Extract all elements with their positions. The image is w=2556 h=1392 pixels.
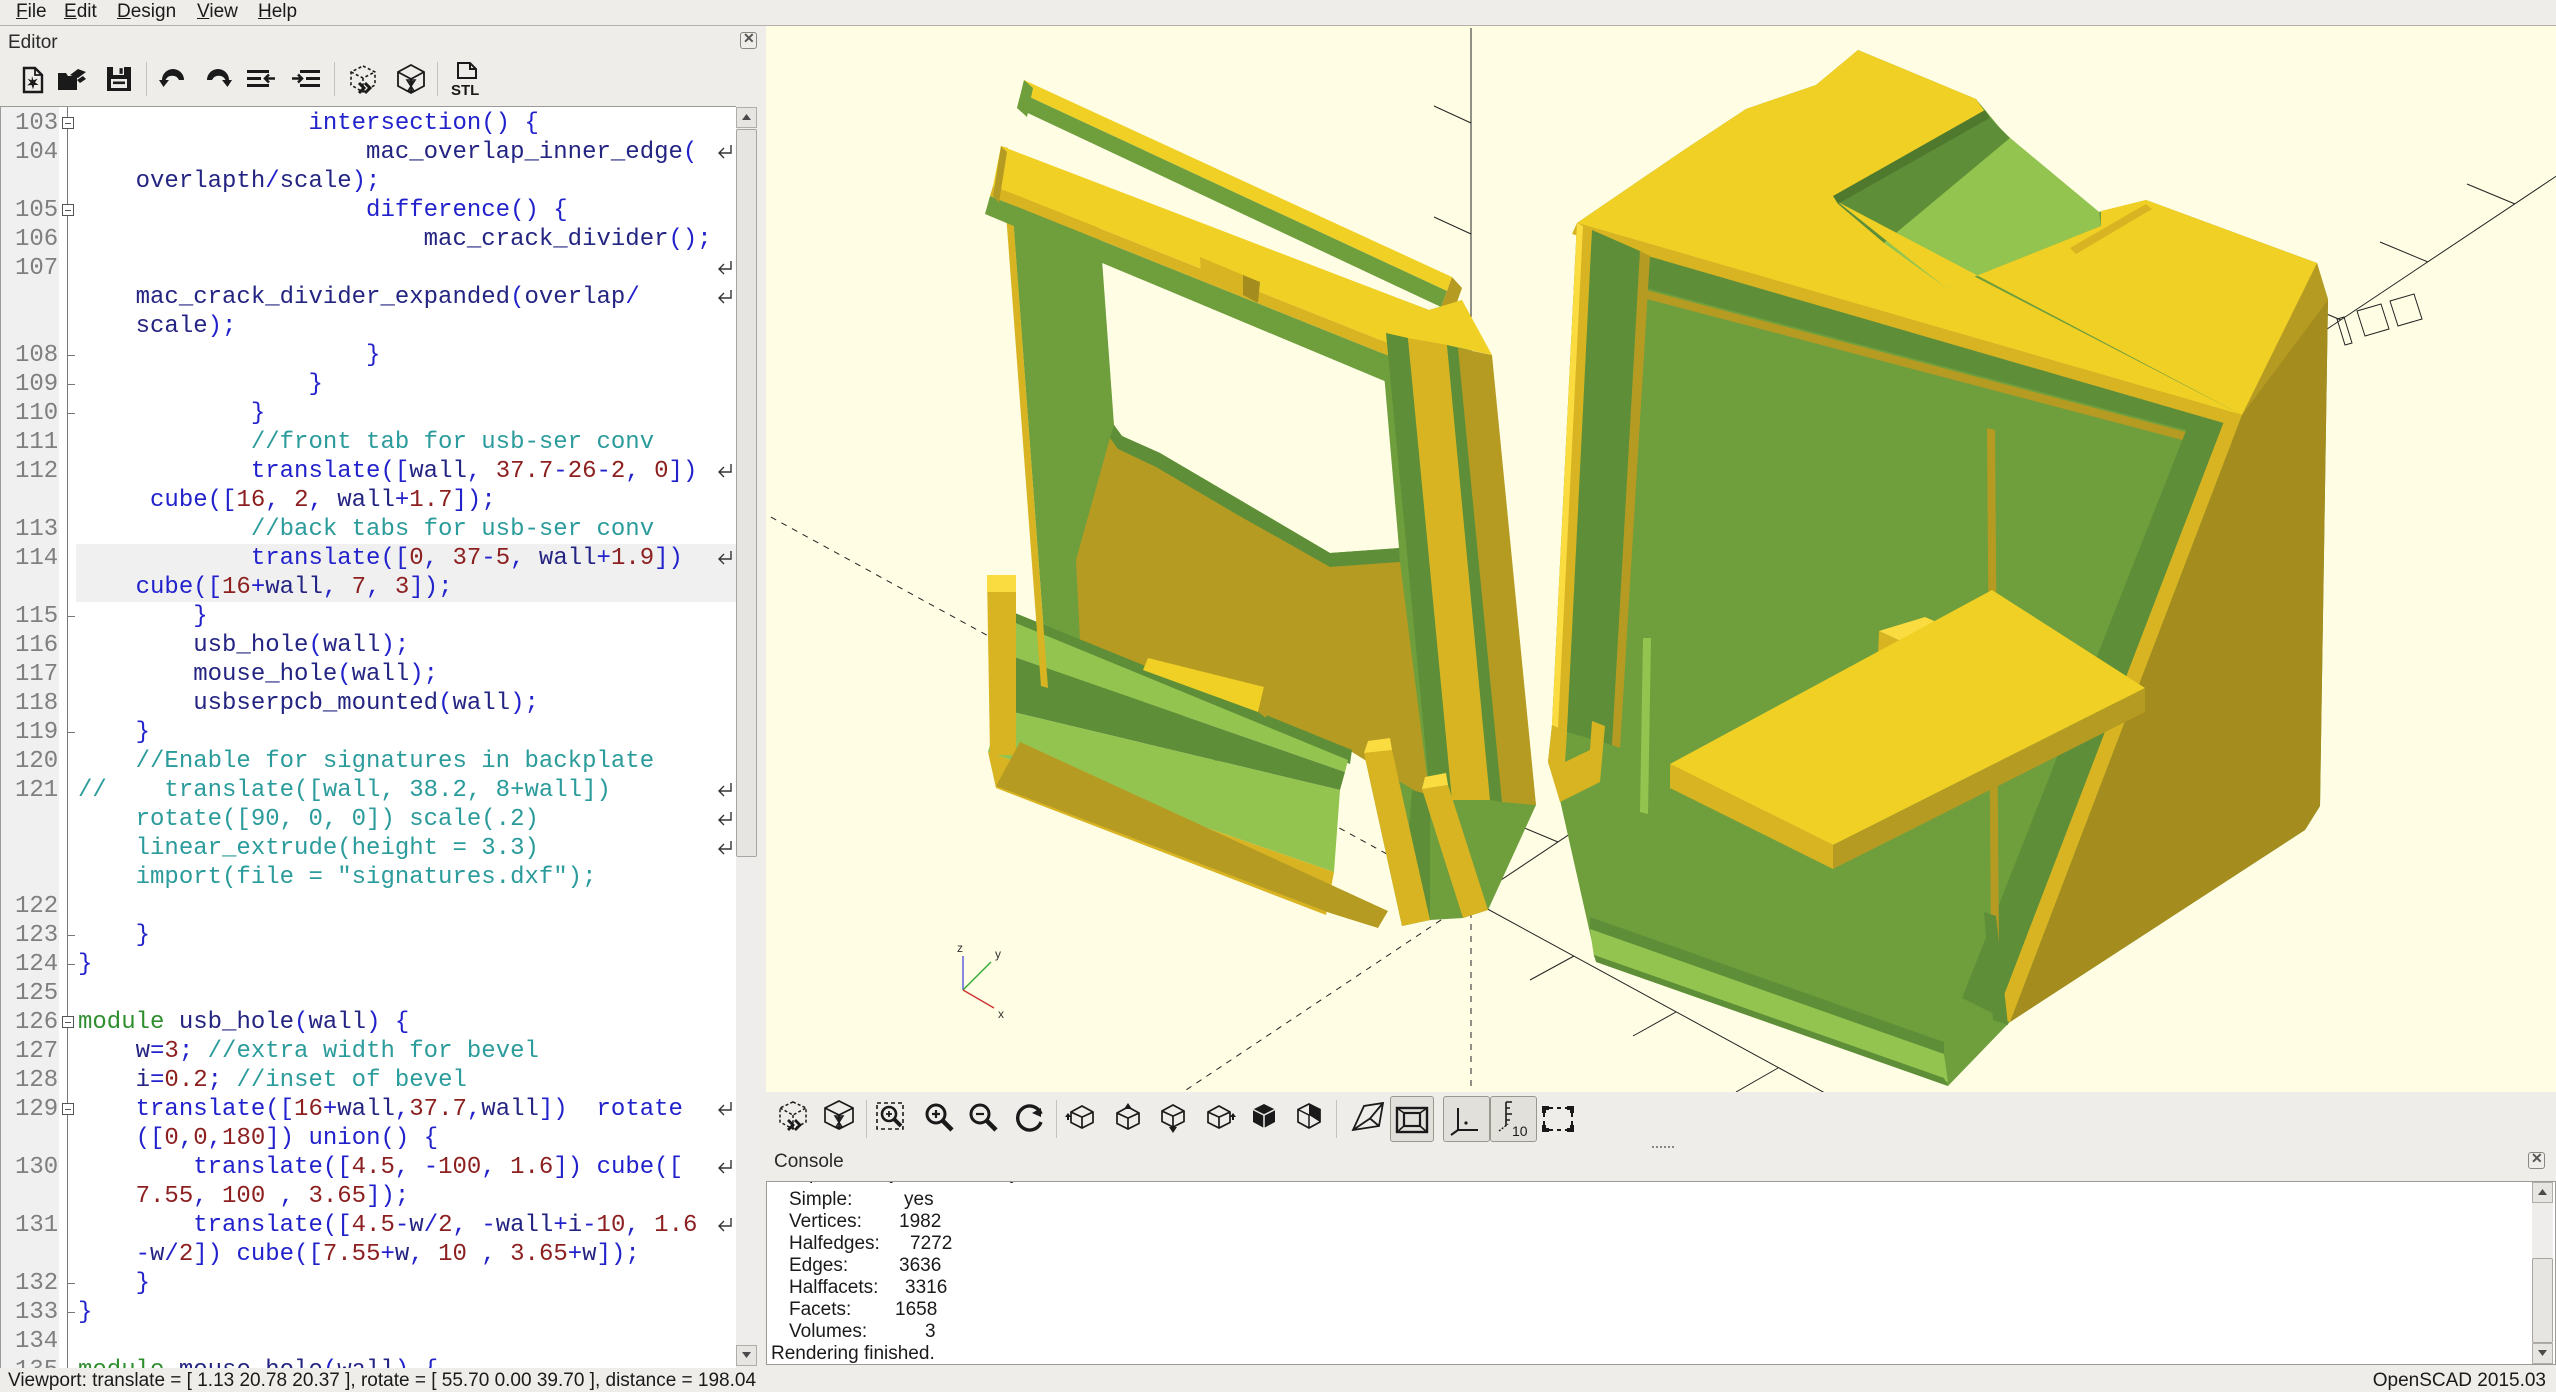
svg-text:y: y [995, 947, 1001, 961]
svg-text:x: x [998, 1007, 1004, 1021]
svg-text:STL: STL [451, 82, 479, 98]
svg-text:10: 10 [1512, 1123, 1528, 1138]
svg-text:z: z [957, 941, 963, 955]
